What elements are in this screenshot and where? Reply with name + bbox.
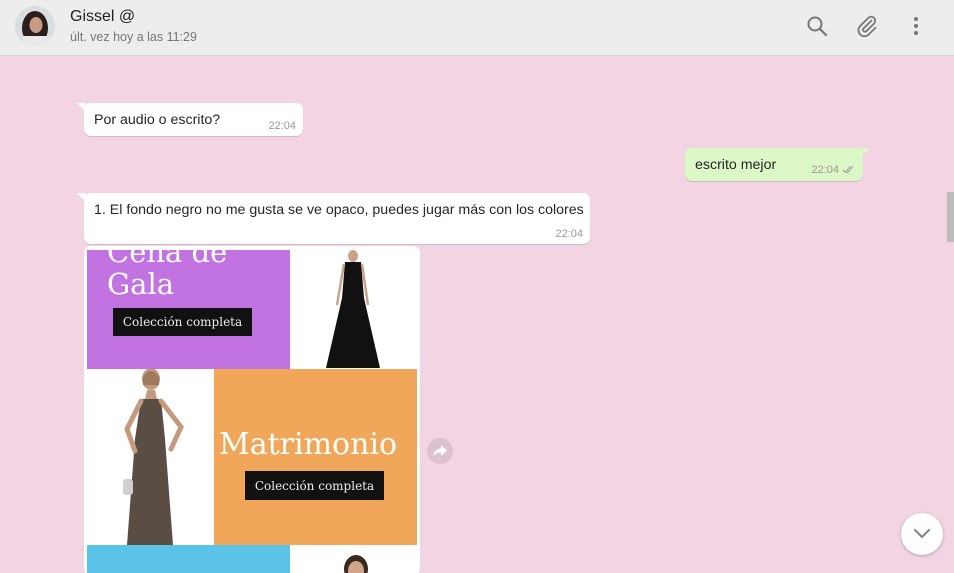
chevron-down-icon: [913, 528, 931, 539]
message-text: Por audio o escrito?: [94, 112, 221, 128]
scroll-down-button[interactable]: [901, 513, 943, 555]
scrollbar-track[interactable]: [947, 56, 954, 573]
attach-icon[interactable]: [855, 14, 879, 38]
double-check-icon: [842, 165, 856, 177]
bubble-tail: [77, 193, 86, 202]
message-outgoing[interactable]: escrito mejor 22:04: [685, 148, 870, 181]
last-seen-status: últ. vez hoy a las 11:29: [70, 30, 197, 44]
message-time-status: 22:04: [811, 164, 856, 177]
bubble-tail: [861, 148, 870, 157]
message-incoming[interactable]: Por audio o escrito? 22:04: [77, 103, 303, 136]
bubble-tail: [77, 103, 86, 112]
black-dress-photo: [290, 250, 417, 369]
chat-header: Gissel @ últ. vez hoy a las 11:29: [0, 0, 954, 56]
matrimonio-title: Matrimonio: [219, 427, 398, 462]
message-text: 1. El fondo negro no me gusta se ve opac…: [94, 202, 584, 218]
matrimonio-cta-label: Colección completa: [245, 471, 384, 500]
forward-icon[interactable]: [427, 438, 453, 464]
contact-name[interactable]: Gissel @: [70, 8, 135, 26]
portrait-photo: [290, 545, 417, 573]
gala-title-line1: Cena de: [107, 250, 228, 269]
contact-avatar[interactable]: [15, 6, 55, 46]
brown-dress-photo: [87, 369, 214, 545]
gala-cta-label: Colección completa: [113, 308, 252, 336]
message-text: escrito mejor: [695, 157, 777, 173]
blue-tile: [87, 545, 290, 573]
scrollbar-thumb[interactable]: [947, 192, 954, 242]
gala-title-line2: Gala: [107, 267, 175, 301]
message-incoming[interactable]: 1. El fondo negro no me gusta se ve opac…: [77, 193, 590, 244]
image-message[interactable]: Cena de Gala Colección completa Matrimon…: [84, 246, 420, 573]
gala-tile: Cena de Gala Colección completa: [87, 250, 290, 369]
message-time: 22:04: [268, 120, 296, 132]
message-list[interactable]: Por audio o escrito? 22:04 escrito mejor…: [0, 56, 947, 573]
message-time: 22:04: [811, 164, 839, 176]
matrimonio-tile: Matrimonio Colección completa: [214, 369, 417, 545]
search-icon[interactable]: [805, 14, 829, 38]
menu-icon[interactable]: [904, 14, 928, 38]
message-time: 22:04: [555, 228, 583, 240]
